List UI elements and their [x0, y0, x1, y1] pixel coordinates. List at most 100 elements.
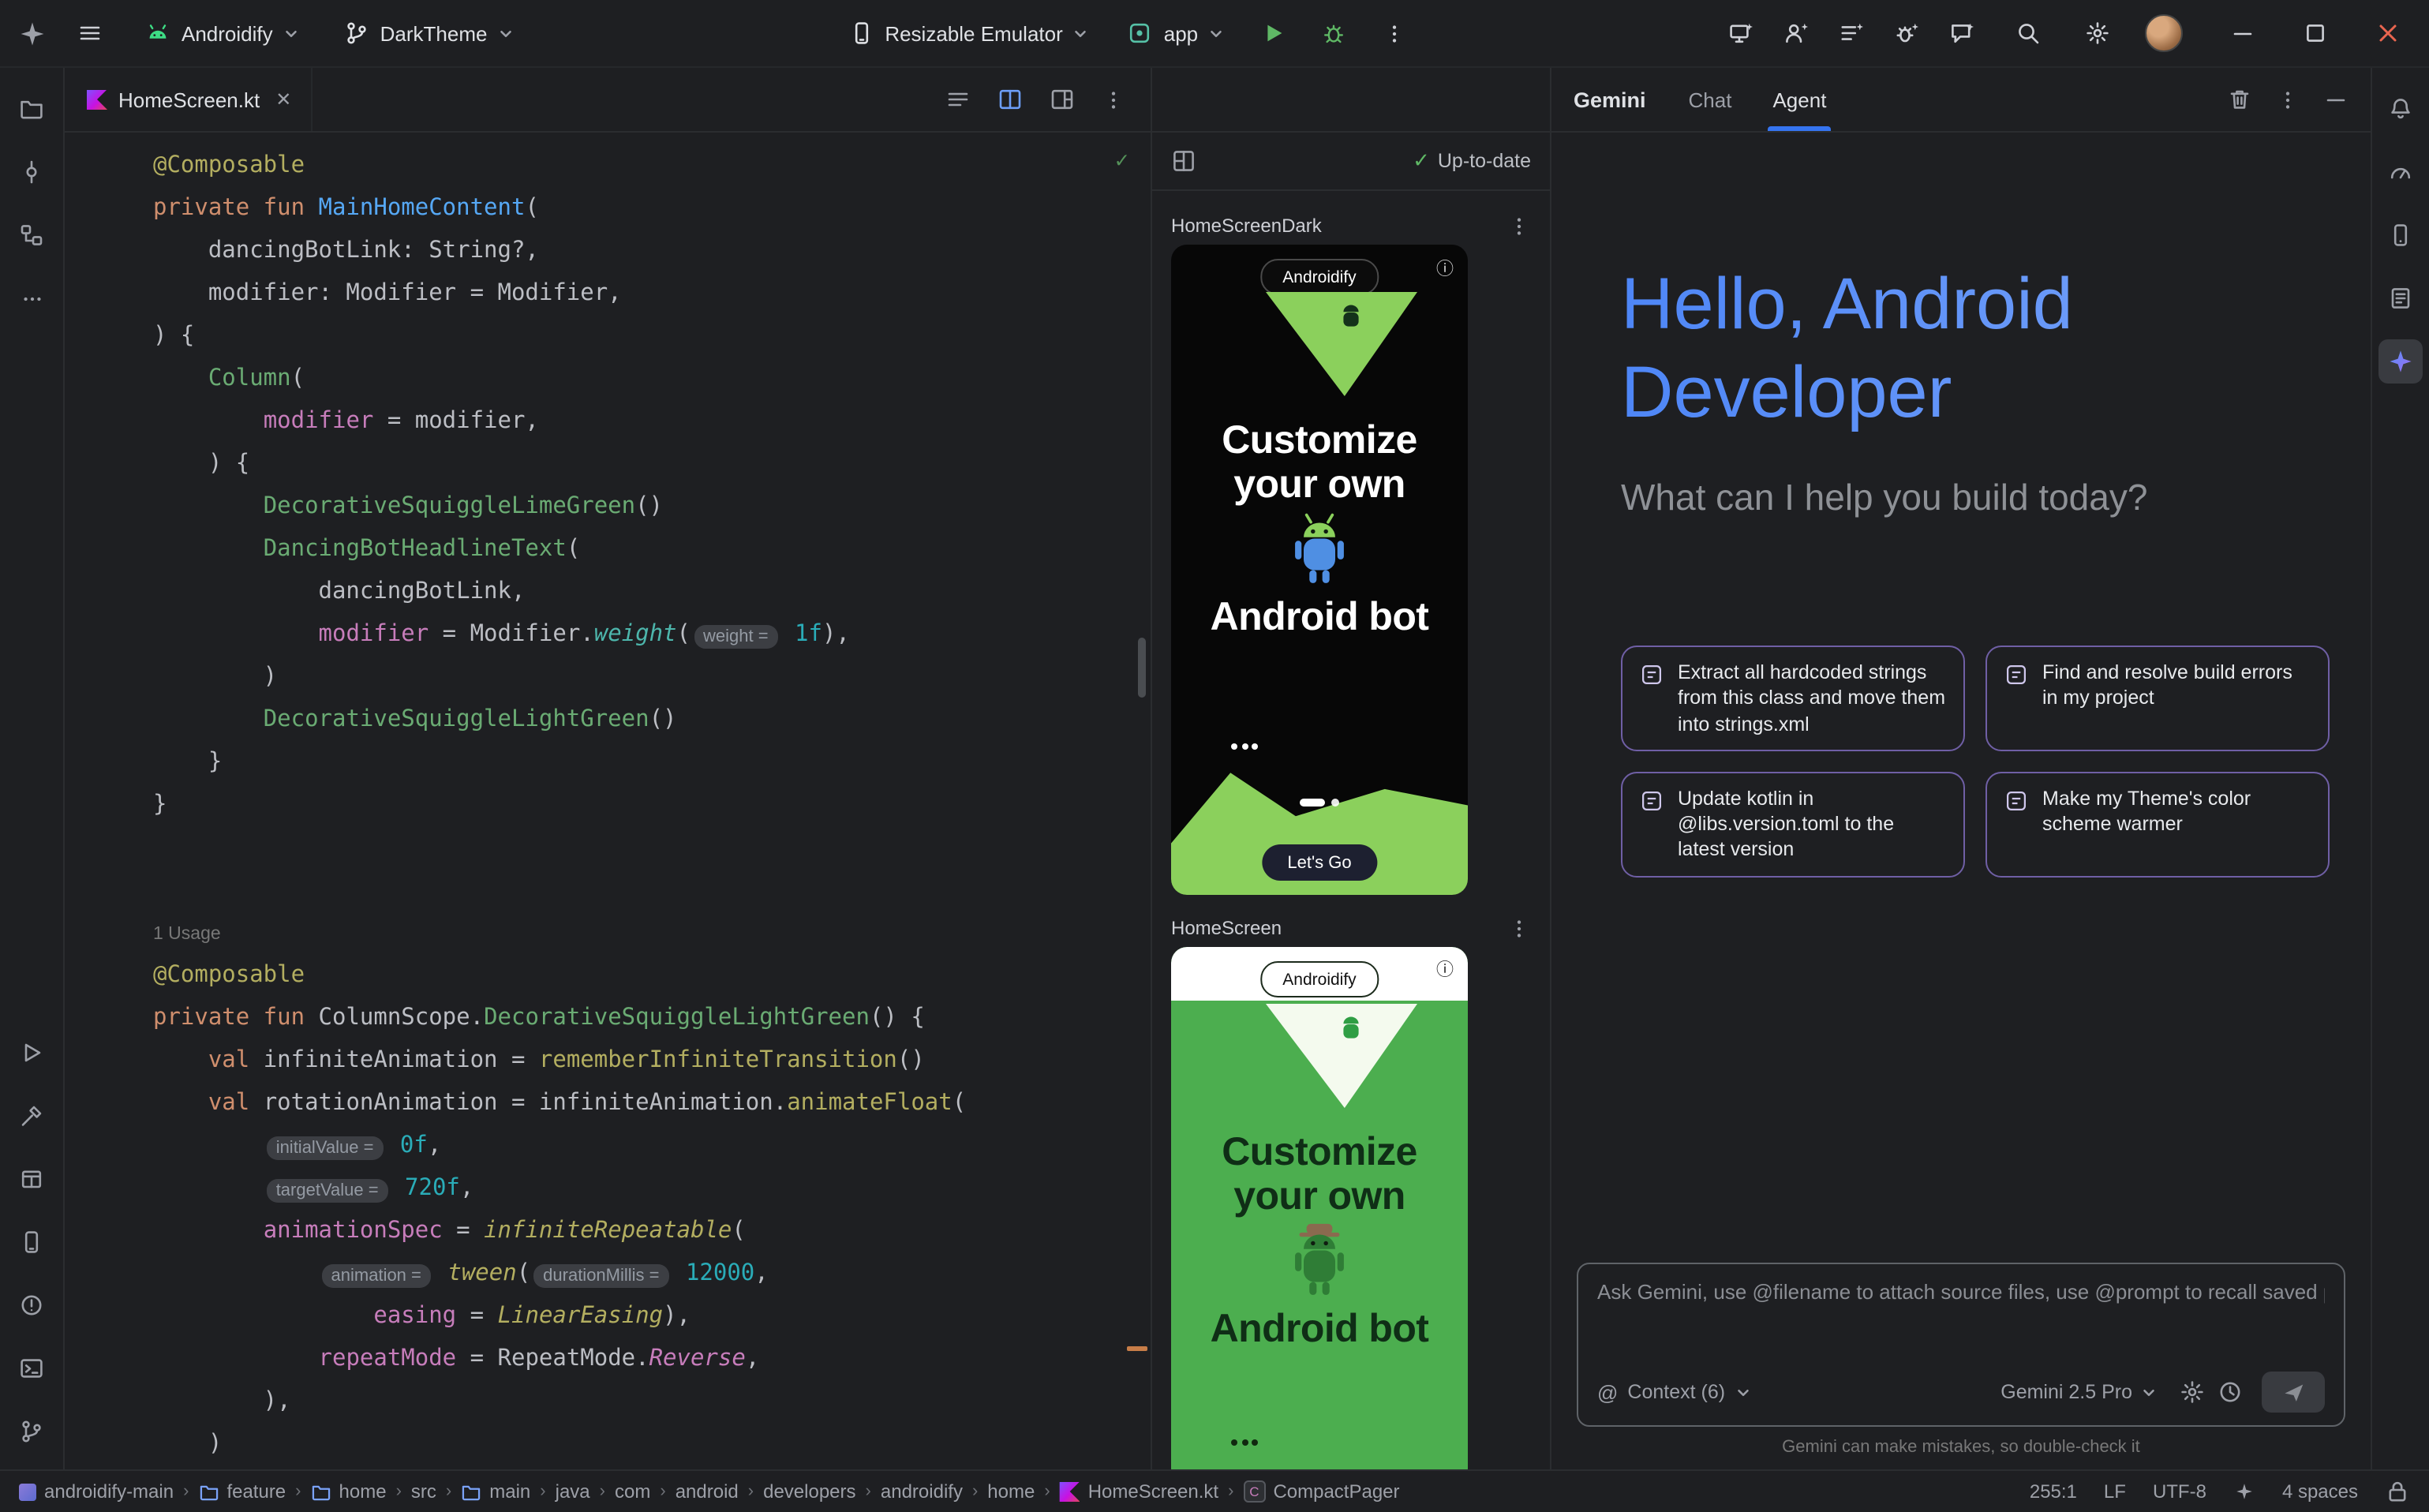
suggestion-card[interactable]: Extract all hardcoded strings from this …	[1621, 646, 1965, 751]
code-editor[interactable]: @Composableprivate fun MainHomeContent( …	[65, 133, 1151, 1469]
code-line: ) {	[153, 443, 1128, 486]
editor-options-icon[interactable]	[1102, 88, 1125, 111]
tool-device-manager-button[interactable]	[2378, 213, 2423, 257]
ai-spark-icon[interactable]	[2233, 1480, 2255, 1503]
line-ending[interactable]: LF	[2104, 1480, 2126, 1503]
project-selector[interactable]: Androidify	[134, 14, 311, 52]
run-button[interactable]	[1252, 11, 1296, 55]
breadcrumb-item[interactable]: feature	[198, 1480, 286, 1503]
debug-button[interactable]	[1312, 11, 1356, 55]
folder-icon	[311, 1481, 331, 1502]
hide-panel-icon[interactable]	[2323, 87, 2349, 112]
preview-grid-icon[interactable]	[1171, 148, 1196, 174]
ai-person-icon[interactable]	[1783, 21, 1809, 46]
tab-agent[interactable]: Agent	[1768, 68, 1831, 131]
context-selector[interactable]: @ Context (6)	[1597, 1380, 1752, 1404]
preview-layout-icon[interactable]	[1050, 87, 1075, 112]
code-line: val infiniteAnimation = rememberInfinite…	[153, 1040, 1128, 1083]
device-selector[interactable]: Resizable Emulator	[837, 14, 1100, 52]
lock-icon[interactable]	[2385, 1479, 2410, 1504]
tool-more-button[interactable]	[9, 276, 54, 320]
breadcrumb-item[interactable]: CCompactPager	[1243, 1480, 1399, 1503]
tool-device-mirror-button[interactable]	[9, 1220, 54, 1264]
breadcrumb-item[interactable]: com	[615, 1480, 650, 1503]
code-line: dancingBotLink: String?,	[153, 230, 1128, 273]
breadcrumb-item[interactable]: src	[411, 1480, 436, 1503]
settings-gear-button[interactable]	[2075, 11, 2120, 55]
tool-problems-button[interactable]	[9, 1283, 54, 1327]
preview-homescreendark[interactable]: Androidify ⓘ Customize your own Android …	[1171, 245, 1468, 895]
tool-build-button[interactable]	[9, 1094, 54, 1138]
tool-profiler-button[interactable]	[2378, 150, 2423, 194]
preview-sync-status[interactable]: ✓ Up-to-date	[1413, 148, 1531, 174]
suggestion-card[interactable]: Make my Theme's color scheme warmer	[1985, 772, 2330, 878]
model-selector[interactable]: Gemini 2.5 Pro	[2000, 1381, 2158, 1403]
prompt-input[interactable]: Ask Gemini, use @filename to attach sour…	[1597, 1280, 2325, 1372]
gemini-header: Gemini Chat Agent	[1551, 68, 2371, 133]
git-branch-icon	[344, 21, 369, 46]
editor-layout-buttons	[945, 87, 1151, 112]
delete-conversation-icon[interactable]	[2227, 87, 2252, 112]
tool-project-folder-button[interactable]	[9, 87, 54, 131]
tab-chat[interactable]: Chat	[1684, 68, 1737, 131]
search-everywhere-button[interactable]	[2006, 11, 2050, 55]
tab-close-icon[interactable]: ✕	[275, 88, 291, 110]
preview-options-icon[interactable]	[1507, 214, 1531, 238]
right-strip-group	[2378, 77, 2423, 393]
maximize-window-button[interactable]	[2293, 11, 2337, 55]
preview-headline: Customize your own Android bot	[1171, 418, 1468, 639]
preview-homescreen[interactable]: Androidify ⓘ Customize your own Android …	[1171, 947, 1468, 1469]
preview-scroll-area[interactable]: HomeScreenDark Androidify ⓘ Customize yo…	[1152, 191, 1550, 1469]
branch-name: DarkTheme	[380, 21, 488, 45]
ai-chat-icon[interactable]	[1949, 21, 1974, 46]
branch-selector[interactable]: DarkTheme	[333, 14, 526, 52]
breadcrumb-item[interactable]: androidify-main	[19, 1480, 174, 1503]
user-avatar[interactable]	[2145, 14, 2183, 52]
structure-view-icon[interactable]	[945, 87, 971, 112]
gemini-prompt-box[interactable]: Ask Gemini, use @filename to attach sour…	[1577, 1263, 2345, 1427]
ai-list-icon[interactable]	[1839, 21, 1864, 46]
gemini-options-icon[interactable]	[2276, 88, 2300, 111]
close-window-button[interactable]	[2366, 11, 2410, 55]
breadcrumb-item[interactable]: androidify	[881, 1480, 963, 1503]
ai-monitor-icon[interactable]	[1728, 21, 1753, 46]
ai-bug-icon[interactable]	[1894, 21, 1919, 46]
inspections-ok-icon[interactable]: ✓	[1115, 148, 1128, 174]
prompt-settings-icon[interactable]	[2180, 1379, 2205, 1405]
breadcrumb-item[interactable]: main	[461, 1480, 530, 1503]
split-view-icon[interactable]	[997, 87, 1023, 112]
indent-setting[interactable]: 4 spaces	[2282, 1480, 2358, 1503]
tool-logcat-button[interactable]	[2378, 276, 2423, 320]
caret-position[interactable]: 255:1	[2030, 1480, 2077, 1503]
breadcrumb-item[interactable]: developers	[763, 1480, 855, 1503]
breadcrumb-item[interactable]: android	[676, 1480, 739, 1503]
breadcrumb-item[interactable]: HomeScreen.kt	[1060, 1480, 1218, 1503]
breadcrumb-item[interactable]: home	[987, 1480, 1035, 1503]
suggestion-card[interactable]: Update kotlin in @libs.version.toml to t…	[1621, 772, 1965, 878]
tool-terminal-button[interactable]	[9, 1346, 54, 1390]
tool-structure-button[interactable]	[9, 213, 54, 257]
tool-gemini-button[interactable]	[2378, 339, 2423, 384]
tool-run-button[interactable]	[9, 1031, 54, 1075]
tool-package-button[interactable]	[9, 1157, 54, 1201]
breadcrumb-item[interactable]: java	[556, 1480, 590, 1503]
editor-scrollbar[interactable]	[1138, 638, 1146, 698]
suggestion-card[interactable]: Find and resolve build errors in my proj…	[1985, 646, 2330, 751]
more-actions-button[interactable]	[1372, 11, 1416, 55]
file-encoding[interactable]: UTF-8	[2153, 1480, 2206, 1503]
compose-preview-pane: ✓ Up-to-date HomeScreenDark Androidify ⓘ…	[1152, 68, 1551, 1469]
tool-commit-button[interactable]	[9, 150, 54, 194]
preview-options-icon[interactable]	[1507, 916, 1531, 940]
code-line: )	[153, 657, 1128, 699]
editor-tabbar: HomeScreen.kt ✕	[65, 68, 1151, 133]
tool-version-control-button[interactable]	[9, 1409, 54, 1454]
minimize-window-button[interactable]	[2221, 11, 2265, 55]
main-menu-button[interactable]	[68, 11, 112, 55]
tool-notifications-button[interactable]	[2378, 87, 2423, 131]
breadcrumb-item[interactable]: home	[311, 1480, 387, 1503]
tab-homescreen-kt[interactable]: HomeScreen.kt ✕	[65, 68, 312, 131]
history-icon[interactable]	[2218, 1379, 2243, 1405]
send-button[interactable]	[2262, 1372, 2325, 1413]
run-config-selector[interactable]: app	[1117, 14, 1236, 52]
chevron-down-icon	[283, 24, 300, 42]
